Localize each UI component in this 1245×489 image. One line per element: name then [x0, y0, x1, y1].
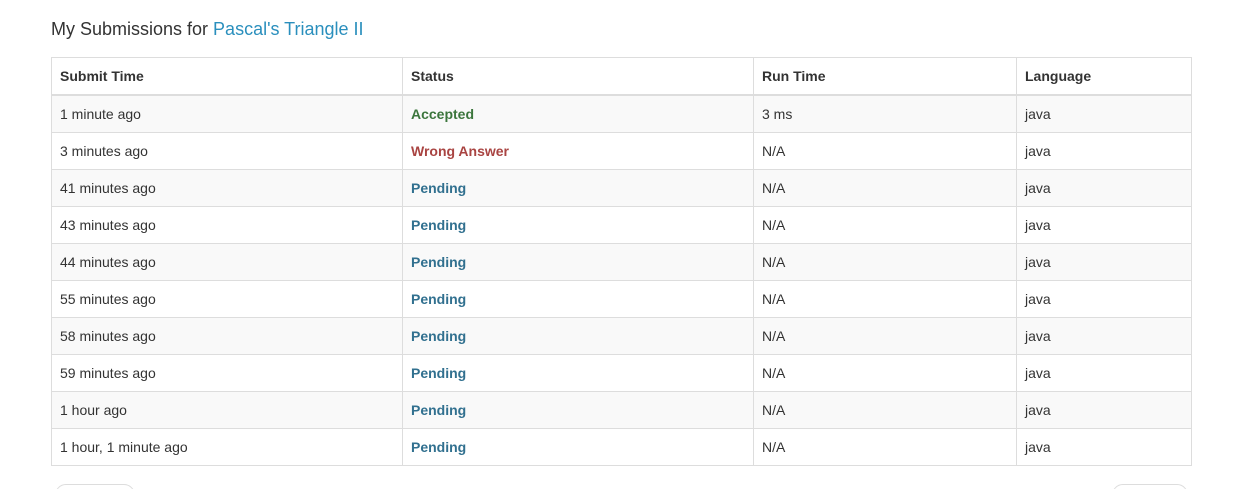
problem-link[interactable]: Pascal's Triangle II: [213, 19, 364, 39]
table-row: 58 minutes ago Pending N/A java: [51, 317, 1192, 355]
status-cell: Pending: [402, 169, 754, 207]
table-row: 1 hour, 1 minute ago Pending N/A java: [51, 428, 1192, 466]
language-cell: java: [1016, 206, 1192, 244]
status-cell: Pending: [402, 243, 754, 281]
table-row: 55 minutes ago Pending N/A java: [51, 280, 1192, 318]
table-row: 43 minutes ago Pending N/A java: [51, 206, 1192, 244]
column-header-status: Status: [402, 57, 754, 96]
column-header-language: Language: [1016, 57, 1192, 96]
page-title: My Submissions for Pascal's Triangle II: [51, 18, 364, 40]
page-title-prefix: My Submissions for: [51, 19, 214, 39]
status-cell: Pending: [402, 206, 754, 244]
submit-time-cell: 1 hour, 1 minute ago: [51, 428, 403, 466]
status-cell: Accepted: [402, 94, 754, 133]
pager-next-button[interactable]: [1112, 484, 1188, 489]
status-link[interactable]: Pending: [411, 365, 466, 381]
language-cell: java: [1016, 280, 1192, 318]
run-time-cell: N/A: [753, 280, 1017, 318]
run-time-cell: N/A: [753, 243, 1017, 281]
submit-time-cell: 58 minutes ago: [51, 317, 403, 355]
status-cell: Wrong Answer: [402, 132, 754, 170]
submit-time-cell: 1 hour ago: [51, 391, 403, 429]
status-link[interactable]: Pending: [411, 402, 466, 418]
run-time-cell: N/A: [753, 169, 1017, 207]
run-time-cell: N/A: [753, 206, 1017, 244]
submit-time-cell: 44 minutes ago: [51, 243, 403, 281]
pager-previous-button[interactable]: [55, 484, 135, 489]
submit-time-cell: 59 minutes ago: [51, 354, 403, 392]
table-row: 1 hour ago Pending N/A java: [51, 391, 1192, 429]
status-link[interactable]: Pending: [411, 328, 466, 344]
status-link[interactable]: Pending: [411, 180, 466, 196]
column-header-run-time: Run Time: [753, 57, 1017, 96]
table-row: 44 minutes ago Pending N/A java: [51, 243, 1192, 281]
status-link[interactable]: Wrong Answer: [411, 143, 509, 159]
submit-time-cell: 43 minutes ago: [51, 206, 403, 244]
language-cell: java: [1016, 354, 1192, 392]
table-row: 1 minute ago Accepted 3 ms java: [51, 94, 1192, 133]
table-header-row: Submit Time Status Run Time Language: [51, 57, 1192, 96]
language-cell: java: [1016, 428, 1192, 466]
status-cell: Pending: [402, 428, 754, 466]
run-time-cell: N/A: [753, 354, 1017, 392]
status-cell: Pending: [402, 280, 754, 318]
submit-time-cell: 55 minutes ago: [51, 280, 403, 318]
status-link[interactable]: Pending: [411, 254, 466, 270]
language-cell: java: [1016, 243, 1192, 281]
status-link[interactable]: Pending: [411, 217, 466, 233]
table-row: 41 minutes ago Pending N/A java: [51, 169, 1192, 207]
submissions-table: Submit Time Status Run Time Language 1 m…: [51, 57, 1192, 466]
run-time-cell: N/A: [753, 428, 1017, 466]
status-link[interactable]: Pending: [411, 439, 466, 455]
status-link[interactable]: Pending: [411, 291, 466, 307]
status-cell: Pending: [402, 317, 754, 355]
submissions-page: My Submissions for Pascal's Triangle II …: [0, 0, 1245, 489]
language-cell: java: [1016, 391, 1192, 429]
language-cell: java: [1016, 94, 1192, 133]
run-time-cell: N/A: [753, 391, 1017, 429]
status-cell: Pending: [402, 391, 754, 429]
language-cell: java: [1016, 169, 1192, 207]
table-row: 3 minutes ago Wrong Answer N/A java: [51, 132, 1192, 170]
status-cell: Pending: [402, 354, 754, 392]
run-time-cell: 3 ms: [753, 94, 1017, 133]
submit-time-cell: 3 minutes ago: [51, 132, 403, 170]
run-time-cell: N/A: [753, 132, 1017, 170]
status-link[interactable]: Accepted: [411, 106, 474, 122]
language-cell: java: [1016, 317, 1192, 355]
table-row: 59 minutes ago Pending N/A java: [51, 354, 1192, 392]
run-time-cell: N/A: [753, 317, 1017, 355]
submit-time-cell: 1 minute ago: [51, 94, 403, 133]
language-cell: java: [1016, 132, 1192, 170]
submit-time-cell: 41 minutes ago: [51, 169, 403, 207]
column-header-submit-time: Submit Time: [51, 57, 403, 96]
